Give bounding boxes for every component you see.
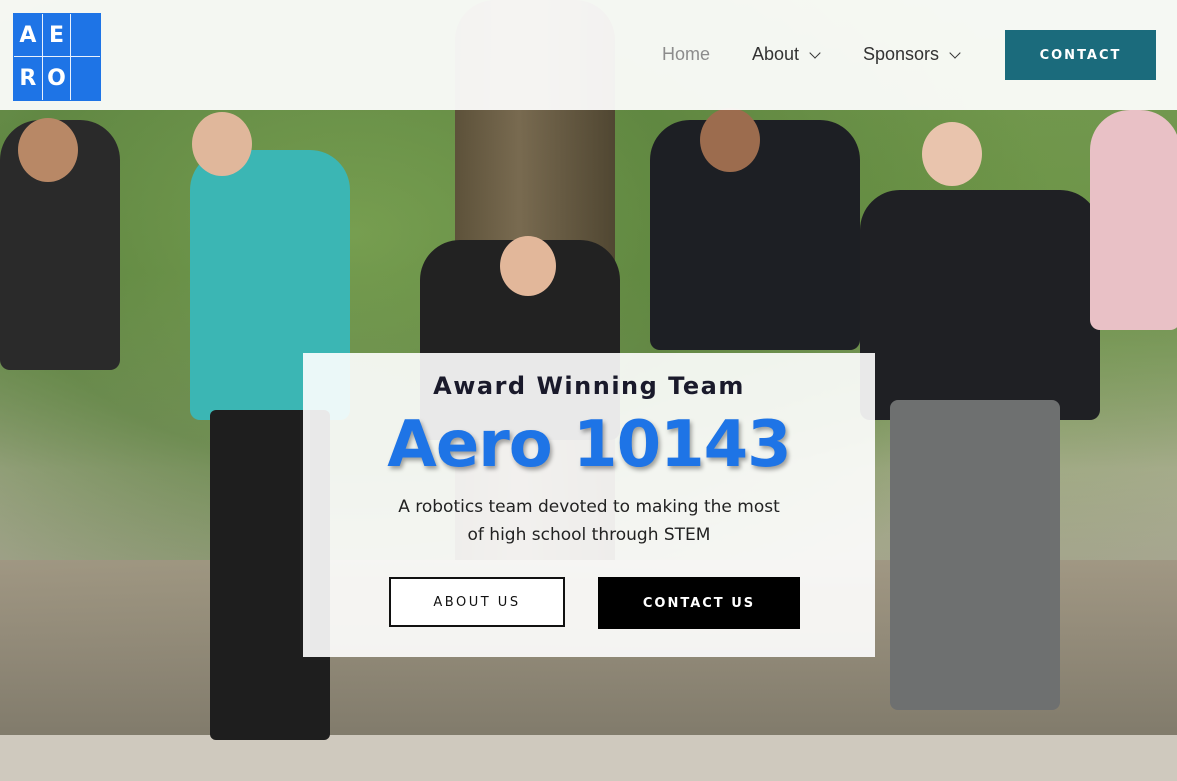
person-head [700, 108, 760, 172]
hero-description-line: of high school through STEM [467, 525, 711, 545]
hero-headline: Aero 10143 [387, 408, 791, 482]
contact-us-button[interactable]: CONTACT US [598, 577, 800, 629]
logo-letter: O [43, 57, 72, 100]
logo-letter [71, 57, 100, 100]
hero-description-line: A robotics team devoted to making the mo… [398, 497, 780, 517]
logo-letter: R [14, 57, 43, 100]
nav-sponsors[interactable]: Sponsors [863, 44, 961, 65]
hero-kicker: Award Winning Team [433, 372, 745, 400]
chevron-down-icon [949, 46, 961, 59]
person-head [500, 236, 556, 296]
logo-letter: E [42, 14, 72, 57]
person-head [192, 112, 252, 176]
person-silhouette [860, 190, 1100, 420]
nav-about-label: About [752, 44, 800, 64]
about-us-button[interactable]: ABOUT US [389, 577, 565, 627]
person-head [922, 122, 982, 186]
hero-description: A robotics team devoted to making the mo… [363, 493, 815, 549]
header-contact-button[interactable]: CONTACT [1005, 30, 1156, 80]
chevron-down-icon [809, 46, 821, 59]
site-header: A E R O Home About Sponsors CONTACT [0, 0, 1177, 110]
nav-about[interactable]: About [752, 44, 821, 65]
hero-card: Award Winning Team Aero 10143 A robotics… [303, 353, 875, 657]
nav-home-label: Home [662, 44, 711, 64]
person-silhouette [890, 400, 1060, 710]
nav-sponsors-label: Sponsors [863, 44, 940, 64]
person-silhouette [1090, 110, 1177, 330]
ledge [0, 735, 1177, 781]
site-logo[interactable]: A E R O [13, 13, 101, 101]
nav-home[interactable]: Home [662, 44, 710, 65]
logo-letter [71, 14, 100, 57]
person-head [18, 118, 78, 182]
logo-letter: A [14, 14, 43, 57]
